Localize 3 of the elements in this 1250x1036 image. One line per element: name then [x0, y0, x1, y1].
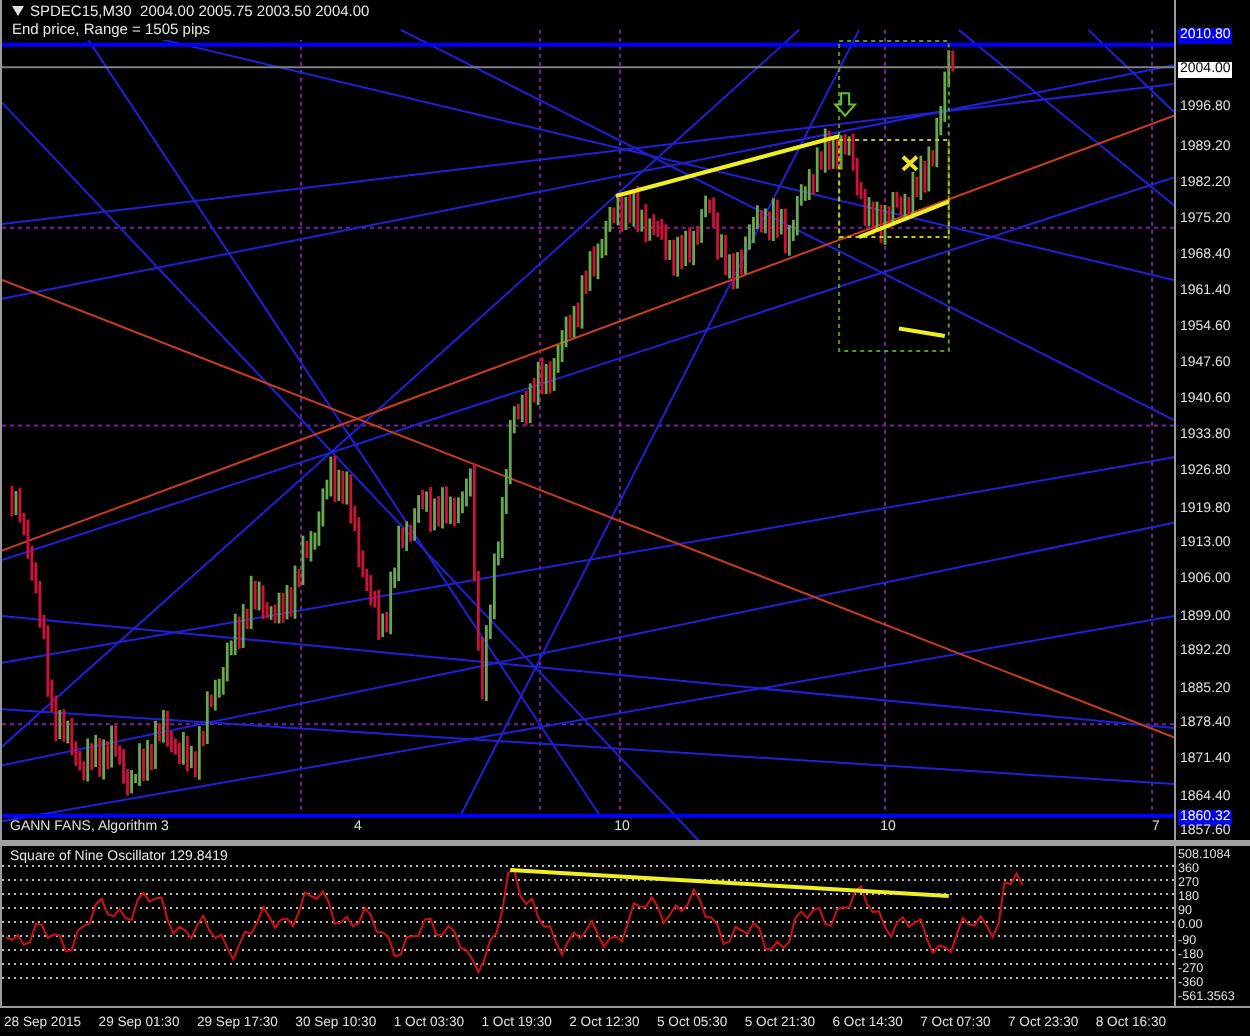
- cross-icon: [900, 154, 919, 172]
- arrow-down-icon: [832, 92, 858, 118]
- dropdown-triangle-icon[interactable]: [12, 6, 24, 16]
